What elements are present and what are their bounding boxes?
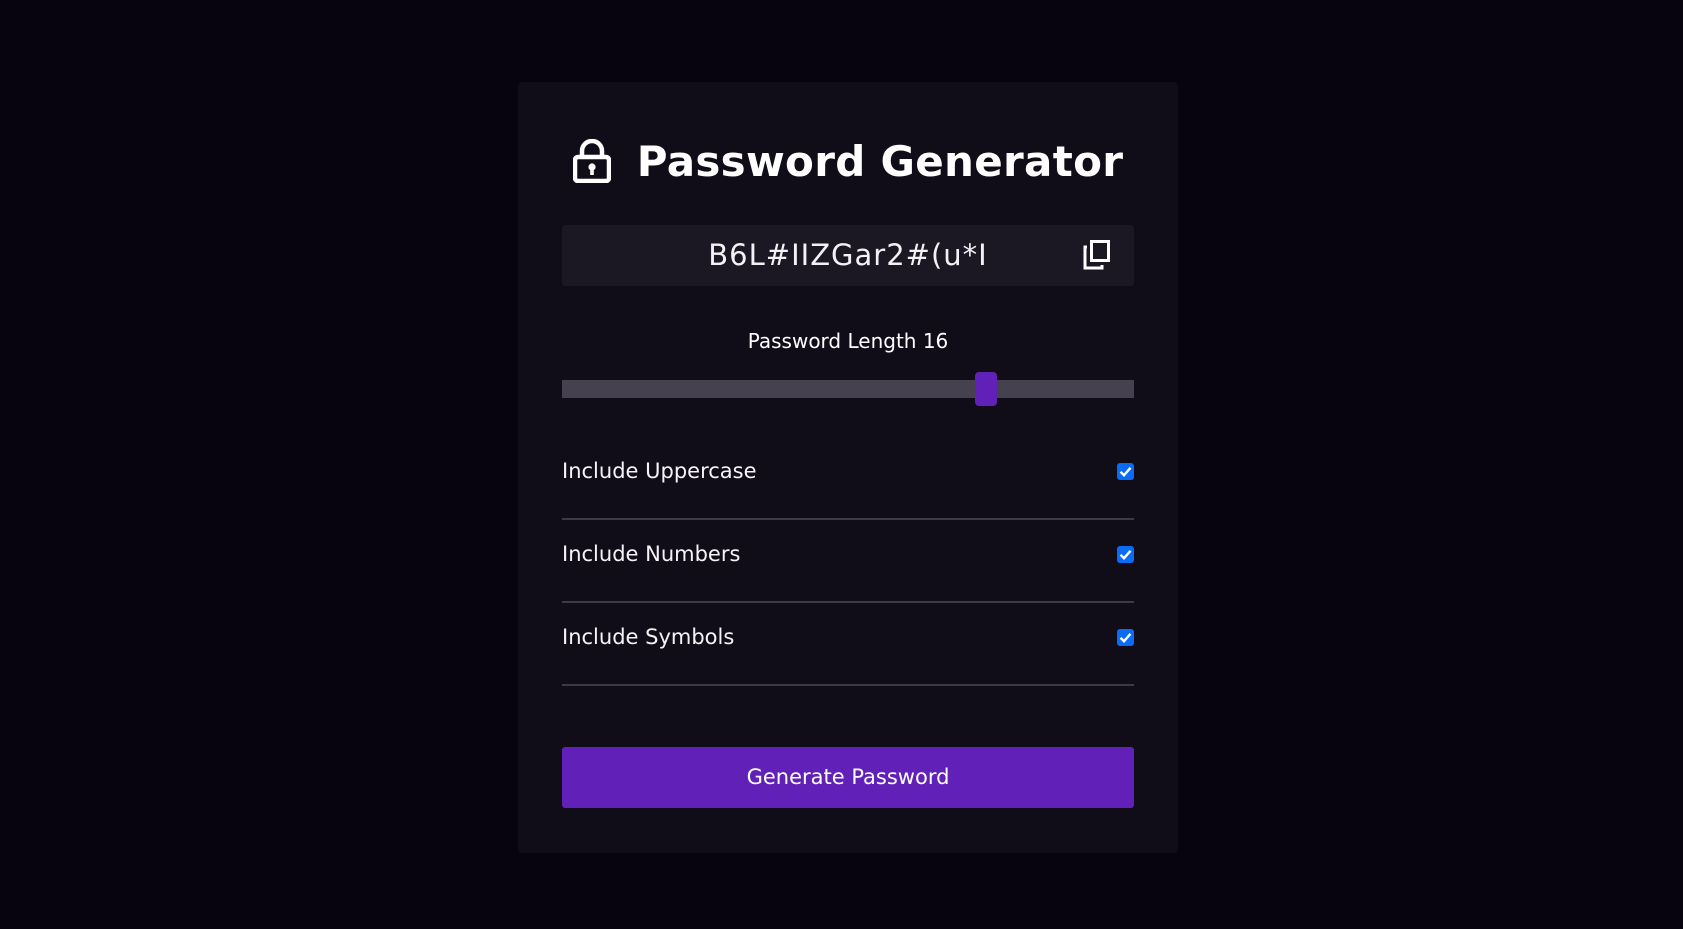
option-label-uppercase: Include Uppercase: [562, 459, 757, 483]
lock-icon: [572, 139, 611, 183]
slider-thumb[interactable]: [974, 372, 997, 406]
option-label-symbols: Include Symbols: [562, 625, 735, 649]
option-symbols: Include Symbols: [562, 603, 1134, 686]
page-title: Password Generator: [636, 136, 1124, 186]
checkmark-icon: [1119, 633, 1132, 643]
password-length-slider[interactable]: [562, 372, 1134, 406]
uppercase-checkbox[interactable]: [1117, 463, 1134, 480]
option-numbers: Include Numbers: [562, 520, 1134, 603]
checkmark-icon: [1119, 550, 1132, 560]
option-uppercase: Include Uppercase: [562, 437, 1134, 520]
copy-button[interactable]: [1082, 239, 1112, 271]
copy-icon: [1083, 240, 1110, 270]
password-display: B6L#IIZGar2#(u*I: [562, 225, 1134, 286]
numbers-checkbox[interactable]: [1117, 546, 1134, 563]
header: Password Generator: [518, 126, 1178, 196]
option-label-numbers: Include Numbers: [562, 542, 741, 566]
password-length-label: Password Length 16: [747, 329, 949, 353]
generate-password-button[interactable]: Generate Password: [562, 747, 1134, 808]
checkmark-icon: [1119, 467, 1132, 477]
symbols-checkbox[interactable]: [1117, 629, 1134, 646]
password-output[interactable]: B6L#IIZGar2#(u*I: [562, 225, 1134, 286]
password-generator-card: Password Generator B6L#IIZGar2#(u*I Pass…: [518, 82, 1178, 853]
